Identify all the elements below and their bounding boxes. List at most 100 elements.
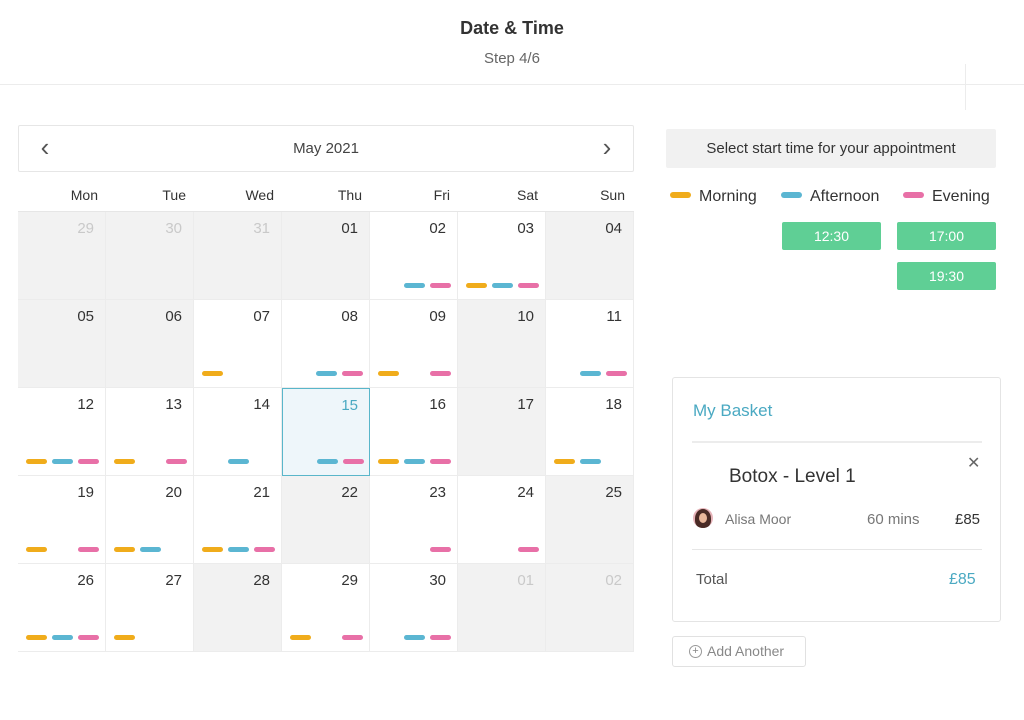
calendar-day[interactable]: 27 [106, 564, 194, 652]
morning-availability-marker [554, 459, 575, 464]
step-indicator: Step 4/6 [484, 50, 540, 67]
afternoon-availability-marker [404, 459, 425, 464]
calendar-day[interactable]: 02 [370, 212, 458, 300]
slot-legend: Morning Afternoon Evening [670, 188, 1000, 208]
afternoon-availability-marker [140, 547, 161, 552]
calendar-day: 10 [458, 300, 546, 388]
calendar-day: 22 [282, 476, 370, 564]
calendar-day[interactable]: 12 [18, 388, 106, 476]
calendar-day: 06 [106, 300, 194, 388]
calendar-day[interactable]: 29 [282, 564, 370, 652]
legend-swatch [903, 191, 924, 198]
chevron-right-icon[interactable]: › [593, 134, 621, 162]
morning-availability-marker [26, 547, 47, 552]
basket-title: My Basket [693, 401, 773, 420]
calendar-day: 04 [546, 212, 634, 300]
calendar-day-number: 26 [77, 572, 94, 589]
calendar-day: 30 [106, 212, 194, 300]
evening-availability-marker [430, 371, 451, 376]
evening-availability-marker [78, 459, 99, 464]
calendar-day-number: 10 [517, 308, 534, 325]
divider [965, 64, 966, 110]
evening-availability-marker [430, 283, 451, 288]
legend-label: Afternoon [810, 188, 880, 205]
calendar-day-number: 29 [77, 220, 94, 237]
calendar-day-number: 03 [517, 220, 534, 237]
calendar-day-selected[interactable]: 15 [282, 388, 370, 476]
calendar-day: 28 [194, 564, 282, 652]
evening-availability-marker [78, 635, 99, 640]
calendar-day-number: 18 [605, 396, 622, 413]
time-slot-button[interactable]: 17:00 [897, 222, 996, 250]
calendar-day[interactable]: 13 [106, 388, 194, 476]
basket: My Basket Botox - Level 1 ✕ Alisa Moor 6… [672, 377, 1001, 622]
calendar-day-number: 19 [77, 484, 94, 501]
calendar-month: May 2021 [293, 140, 359, 157]
calendar-day[interactable]: 20 [106, 476, 194, 564]
morning-availability-marker [114, 547, 135, 552]
evening-availability-marker [343, 459, 364, 464]
page-title: Date & Time [460, 18, 564, 38]
evening-availability-marker [518, 547, 539, 552]
calendar-day-number: 04 [605, 220, 622, 237]
calendar-day-number: 12 [77, 396, 94, 413]
evening-availability-marker [342, 371, 363, 376]
calendar-day-number: 01 [341, 220, 358, 237]
calendar-day[interactable]: 26 [18, 564, 106, 652]
evening-availability-marker [254, 547, 275, 552]
legend-swatch [781, 191, 802, 198]
add-another-button[interactable]: + Add Another [672, 636, 806, 667]
calendar-day-number: 20 [165, 484, 182, 501]
evening-availability-marker [430, 547, 451, 552]
header: Date & Time Step 4/6 [0, 0, 1024, 110]
calendar-nav: ‹ May 2021 › [18, 125, 634, 172]
calendar-day[interactable]: 30 [370, 564, 458, 652]
calendar-day[interactable]: 16 [370, 388, 458, 476]
plus-circle-icon: + [689, 645, 702, 658]
calendar-day-number: 31 [253, 220, 270, 237]
calendar-day-number: 23 [429, 484, 446, 501]
calendar-day[interactable]: 08 [282, 300, 370, 388]
calendar-day[interactable]: 24 [458, 476, 546, 564]
evening-availability-marker [430, 635, 451, 640]
calendar-day-number: 02 [429, 220, 446, 237]
calendar-day[interactable]: 11 [546, 300, 634, 388]
afternoon-availability-marker [52, 459, 73, 464]
calendar-day-number: 11 [606, 308, 622, 325]
legend-label: Morning [699, 188, 757, 205]
calendar-day[interactable]: 14 [194, 388, 282, 476]
calendar-day: 17 [458, 388, 546, 476]
afternoon-availability-marker [228, 547, 249, 552]
calendar-day-number: 08 [341, 308, 358, 325]
weekday-label: Sat [516, 187, 538, 203]
calendar-day-number: 22 [341, 484, 358, 501]
morning-availability-marker [466, 283, 487, 288]
calendar-day[interactable]: 09 [370, 300, 458, 388]
add-another-label: Add Another [707, 643, 785, 659]
calendar-day[interactable]: 03 [458, 212, 546, 300]
weekday-label: Mon [70, 187, 98, 203]
calendar-day-number: 16 [429, 396, 446, 413]
calendar-day-number: 28 [253, 572, 270, 589]
calendar-day-number: 13 [165, 396, 182, 413]
time-slot-button[interactable]: 12:30 [782, 222, 881, 250]
calendar-day-number: 09 [429, 308, 446, 325]
time-slot-button[interactable]: 19:30 [897, 262, 996, 290]
calendar-day[interactable]: 18 [546, 388, 634, 476]
calendar-day-number: 24 [517, 484, 534, 501]
weekday-label: Thu [337, 187, 362, 203]
evening-availability-marker [518, 283, 539, 288]
close-icon[interactable]: ✕ [967, 453, 980, 473]
calendar-day[interactable]: 19 [18, 476, 106, 564]
calendar-day: 25 [546, 476, 634, 564]
morning-availability-marker [26, 635, 47, 640]
afternoon-availability-marker [580, 371, 601, 376]
calendar-day[interactable]: 21 [194, 476, 282, 564]
calendar-day-number: 07 [253, 308, 270, 325]
morning-availability-marker [378, 459, 399, 464]
calendar-day: 05 [18, 300, 106, 388]
calendar-day[interactable]: 23 [370, 476, 458, 564]
weekday-label: Fri [433, 187, 450, 203]
calendar-day[interactable]: 07 [194, 300, 282, 388]
divider [692, 441, 982, 443]
